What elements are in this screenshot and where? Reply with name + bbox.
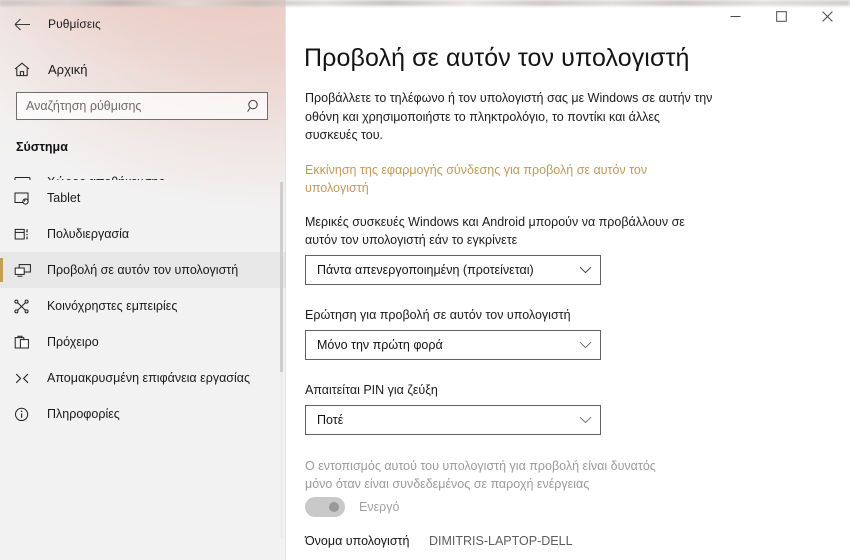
info-icon [14,407,44,422]
sidebar-item-label: Απομακρυσμένη επιφάνεια εργασίας [47,371,251,385]
sidebar-group-title: Σύστημα [16,140,68,154]
title-bar: Ρυθμίσεις [0,8,286,40]
minimize-icon [730,15,740,17]
sidebar-item-projecting-to-this-pc[interactable]: Προβολή σε αυτόν τον υπολογιστή [0,252,286,288]
sidebar-nav-list: Χώρος αποθήκευσης Tablet [0,162,286,560]
sidebar-item-label: Πολυδιεργασία [47,227,130,241]
projecting-icon [14,263,44,278]
toggle-label: Ενεργό [359,500,400,514]
sidebar-item-multitasking[interactable]: Πολυδιεργασία [0,216,286,252]
back-button[interactable] [0,9,44,39]
sidebar-item-shared-experiences[interactable]: Κοινόχρηστες εμπειρίες [0,288,286,324]
settings-window: Ρυθμίσεις Αρχική Σύστημα [0,0,850,560]
sidebar-item-about[interactable]: Πληροφορίες [0,396,286,432]
device-approval-dropdown[interactable]: Πάντα απενεργοποιημένη (προτείνεται) [305,255,601,285]
power-requirement-note: Ο εντοπισμός αυτού του υπολογιστή για πρ… [305,459,656,491]
screenshot-blur-artifact [0,0,850,6]
sidebar-item-tablet[interactable]: Tablet [0,180,286,216]
sidebar-scrollbar-thumb[interactable] [280,182,283,372]
search-box[interactable] [16,92,268,120]
clipboard-icon [14,335,44,350]
dropdown-value: Πάντα απενεργοποιημένη (προτείνεται) [317,263,534,277]
sidebar-item-storage[interactable]: Χώρος αποθήκευσης [0,162,286,180]
sidebar-item-label: Πληροφορίες [47,407,120,421]
close-icon [821,10,833,22]
main-content: Προβολή σε αυτόν τον υπολογιστή Προβάλλε… [286,0,850,560]
require-pin-dropdown[interactable]: Ποτέ [305,405,601,435]
field-ask-to-project: Ερώτηση για προβολή σε αυτόν τον υπολογι… [305,306,605,360]
sidebar-item-label: Προβολή σε αυτόν τον υπολογιστή [47,263,239,277]
pc-name-label: Όνομα υπολογιστή [305,534,410,548]
field-label: Μερικές συσκευές Windows και Android μπο… [305,215,685,247]
pc-name-value: DIMITRIS-LAPTOP-DELL [429,534,573,548]
sidebar-item-label: Πρόχειρο [47,335,99,349]
toggle-knob [329,502,339,512]
app-title: Ρυθμίσεις [48,17,101,31]
discoverability-toggle-row[interactable]: Ενεργό [305,497,399,517]
maximize-icon [775,10,787,22]
chevron-down-icon [579,341,592,349]
sidebar-item-label: Tablet [47,191,81,205]
home-icon [14,62,44,77]
field-device-approval: Μερικές συσκευές Windows και Android μπο… [305,213,685,285]
chevron-down-icon [579,416,592,424]
home-label: Αρχική [48,61,88,77]
field-require-pin: Απαιτείται PIN για ζεύξη Ποτέ [305,381,605,435]
ask-to-project-dropdown[interactable]: Μόνο την πρώτη φορά [305,330,601,360]
sidebar-item-remote-desktop[interactable]: Απομακρυσμένη επιφάνεια εργασίας [0,360,286,396]
sidebar-item-clipboard[interactable]: Πρόχειρο [0,324,286,360]
sidebar-item-home[interactable]: Αρχική [0,52,286,86]
search-input[interactable] [17,93,241,119]
tablet-icon [14,191,44,206]
page-title: Προβολή σε αυτόν τον υπολογιστή [304,44,690,72]
field-label: Ερώτηση για προβολή σε αυτόν τον υπολογι… [305,308,571,322]
pc-name-row: Όνομα υπολογιστή DIMITRIS-LAPTOP-DELL [305,534,573,548]
back-arrow-icon [14,18,30,30]
dropdown-value: Μόνο την πρώτη φορά [317,338,443,352]
shared-experiences-icon [14,299,44,314]
search-icon[interactable] [241,99,267,113]
multitasking-icon [14,227,44,242]
sidebar: Ρυθμίσεις Αρχική Σύστημα [0,0,286,560]
chevron-down-icon [579,266,592,274]
dropdown-value: Ποτέ [317,413,344,427]
field-label: Απαιτείται PIN για ζεύξη [305,383,438,397]
remote-desktop-icon [14,371,44,386]
discoverability-toggle[interactable] [305,497,345,517]
page-description: Προβάλλετε το τηλέφωνο ή τον υπολογιστή … [305,91,713,142]
sidebar-item-label: Κοινόχρηστες εμπειρίες [47,299,178,313]
launch-connect-app-link[interactable]: Εκκίνηση της εφαρμογής σύνδεσης για προβ… [305,161,665,197]
